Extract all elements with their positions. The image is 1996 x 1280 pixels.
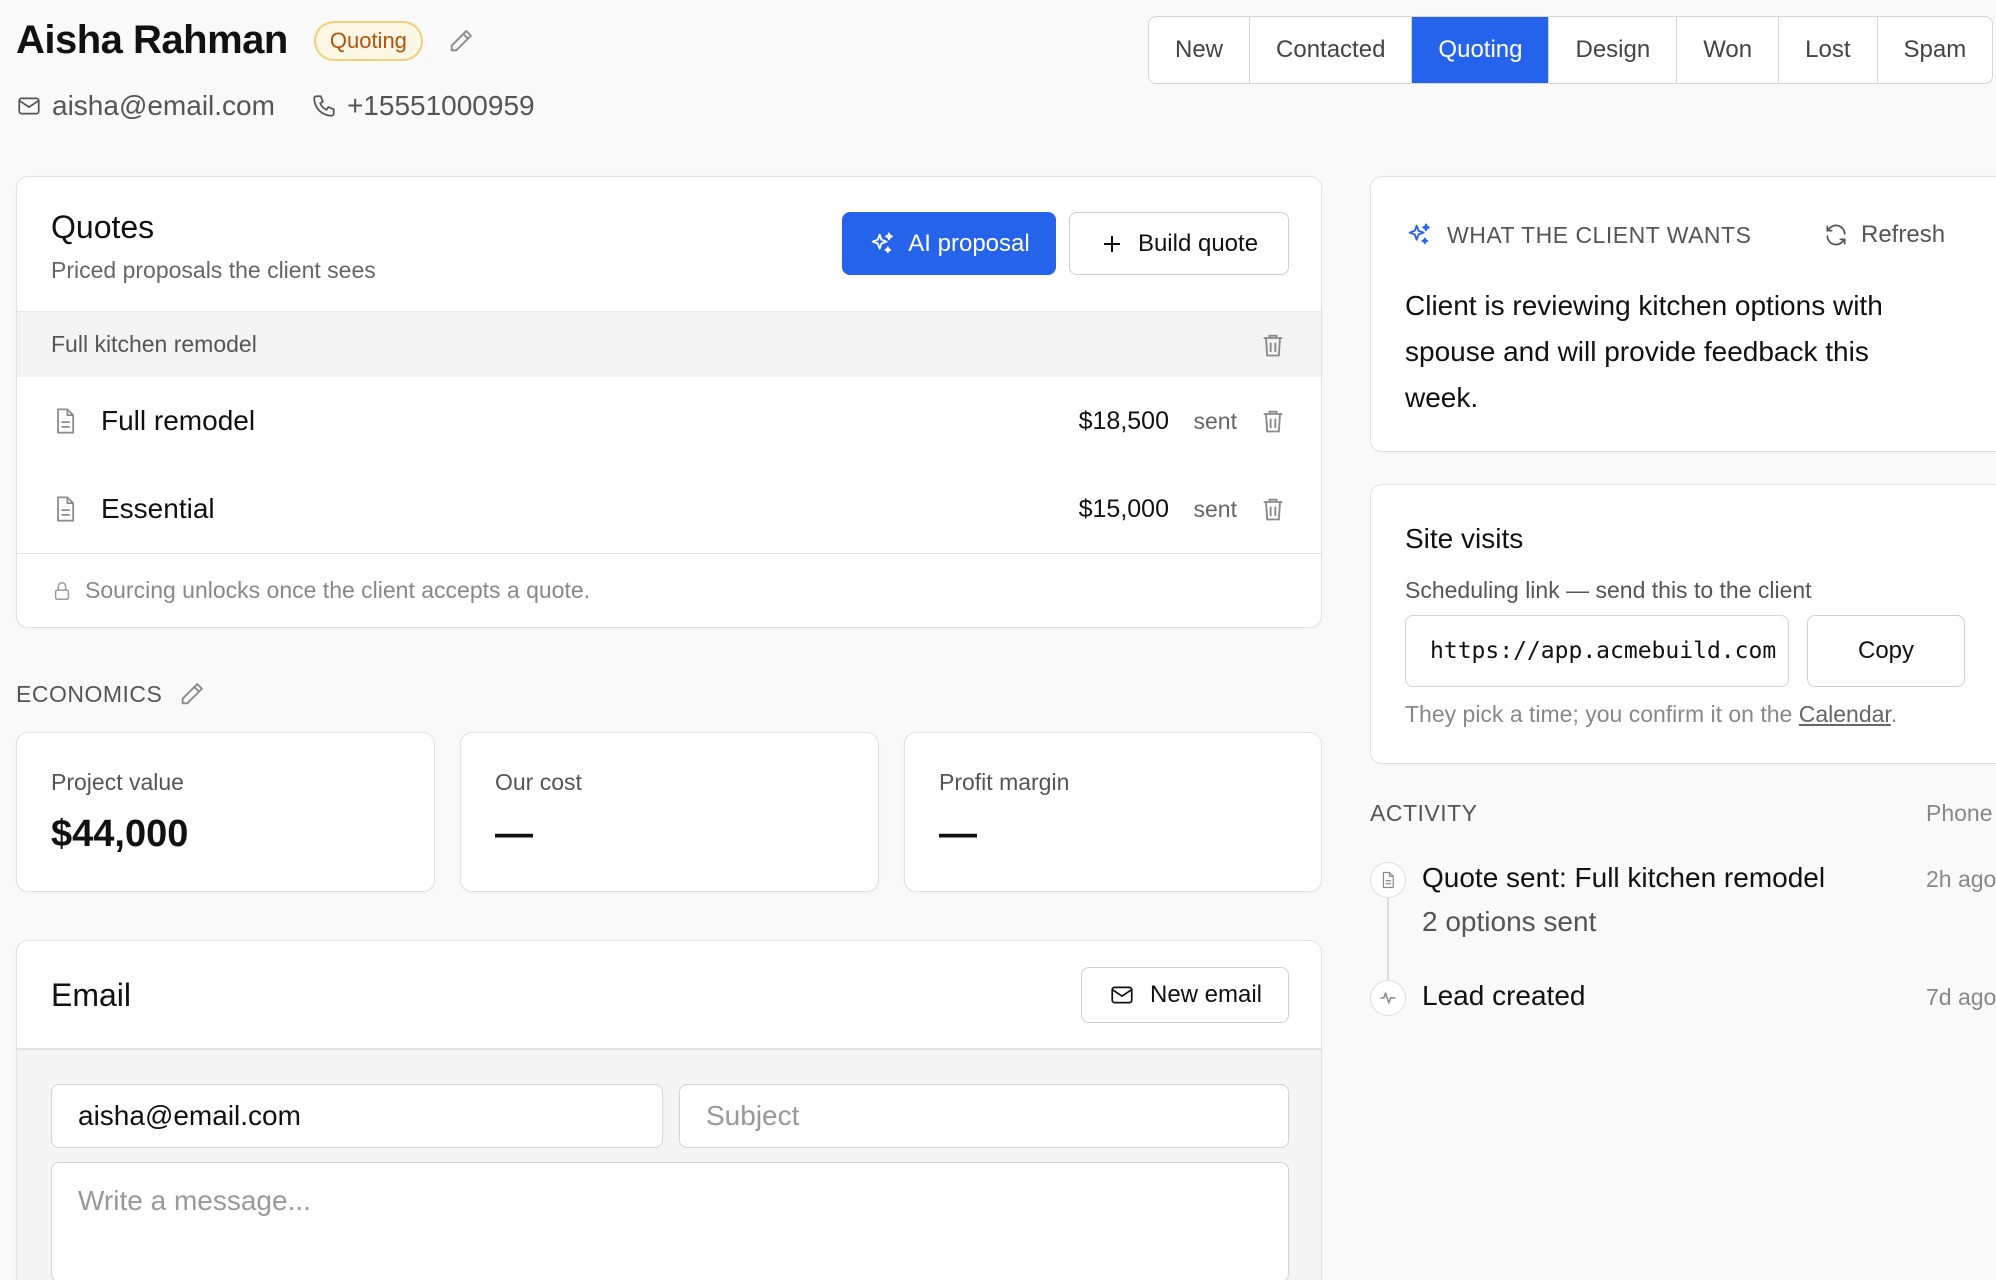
economics-label: ECONOMICS [16, 680, 163, 707]
delete-group-trash-icon[interactable] [1259, 331, 1287, 359]
lead-header: Aisha Rahman Quoting [16, 18, 475, 63]
new-email-button[interactable]: New email [1081, 967, 1289, 1023]
activity-title: Quote sent: Full kitchen remodel [1422, 862, 1826, 893]
email-compose: aisha@email.com Subject Write a message.… [17, 1048, 1321, 1280]
sourcing-notice-text: Sourcing unlocks once the client accepts… [85, 577, 591, 603]
quote-row[interactable]: Essential $15,000 sent [17, 465, 1321, 553]
sparkles-icon [872, 232, 894, 253]
quotes-title: Quotes [51, 209, 155, 245]
site-visits-subtitle: Scheduling link — send this to the clien… [1405, 577, 1812, 603]
stage-tab-contacted[interactable]: Contacted [1249, 17, 1411, 83]
sparkles-icon [1408, 223, 1430, 245]
new-email-label: New email [1149, 981, 1263, 1008]
contact-phone-text: +15551000959 [346, 90, 535, 121]
metric-value: — [939, 813, 977, 855]
client-wants-text: Client is reviewing kitchen options with… [1405, 290, 1883, 413]
hint-text: They pick a time; you confirm it on the [1405, 701, 1799, 727]
pulse-icon [1370, 980, 1406, 1016]
ai-proposal-button[interactable]: AI proposal [842, 212, 1056, 275]
activity-time: 2h ago [1926, 866, 1996, 892]
sourcing-notice: Sourcing unlocks once the client accepts… [17, 553, 1321, 627]
metric-project-value: Project value $44,000 [16, 732, 435, 892]
metric-profit-margin: Profit margin — [904, 732, 1322, 892]
contact-email[interactable]: aisha@email.com [16, 90, 275, 122]
quotes-subtitle: Priced proposals the client sees [51, 257, 376, 283]
quotes-card: Quotes Priced proposals the client sees … [16, 176, 1322, 628]
stage-badge: Quoting [313, 20, 423, 61]
lead-name: Aisha Rahman [16, 18, 288, 62]
timeline-line [1387, 898, 1389, 984]
email-card: Email New email aisha@email.com Subject … [16, 940, 1322, 1280]
site-visits-title: Site visits [1405, 523, 1524, 554]
stage-tab-spam[interactable]: Spam [1876, 17, 1993, 83]
contact-email-text: aisha@email.com [52, 90, 275, 121]
activity-label: ACTIVITY [1370, 800, 1478, 826]
email-to-field[interactable]: aisha@email.com [51, 1084, 663, 1148]
scheduling-link-field[interactable]: https://app.acmebuild.com [1405, 615, 1789, 687]
client-wants-card: WHAT THE CLIENT WANTS Refresh Client is … [1370, 176, 1996, 452]
refresh-label: Refresh [1861, 221, 1946, 248]
document-icon [57, 496, 75, 522]
document-icon [1370, 862, 1406, 898]
quote-group-row: Full kitchen remodel [17, 311, 1321, 377]
mail-icon [1111, 986, 1133, 1004]
calendar-link[interactable]: Calendar [1799, 701, 1891, 727]
quote-row[interactable]: Full remodel $18,500 sent [17, 377, 1321, 465]
activity-detail: 2 options sent [1422, 906, 1597, 937]
activity-filter-phone[interactable]: Phone [1926, 800, 1993, 827]
email-message-field[interactable]: Write a message... [51, 1162, 1289, 1280]
hint-suffix: . [1890, 701, 1898, 727]
build-quote-label: Build quote [1137, 229, 1259, 257]
metric-value: $44,000 [51, 813, 189, 855]
quote-amount: $15,000 [1078, 494, 1169, 523]
copy-link-button[interactable]: Copy [1807, 615, 1965, 687]
metric-value: — [495, 813, 533, 855]
ai-proposal-label: AI proposal [908, 229, 1030, 257]
economics-header: ECONOMICS [16, 680, 206, 708]
contact-info: aisha@email.com +15551000959 [16, 90, 571, 122]
email-title: Email [51, 977, 132, 1013]
build-quote-button[interactable]: Build quote [1069, 212, 1289, 275]
contact-phone[interactable]: +15551000959 [311, 90, 535, 122]
phone-icon [313, 95, 335, 117]
quote-amount: $18,500 [1078, 406, 1169, 435]
stage-tab-won[interactable]: Won [1676, 17, 1778, 83]
quote-status: sent [1193, 407, 1237, 434]
metric-our-cost: Our cost — [460, 732, 879, 892]
activity-title: Lead created [1422, 980, 1586, 1011]
stage-tab-lost[interactable]: Lost [1778, 17, 1876, 83]
client-wants-heading: WHAT THE CLIENT WANTS [1447, 221, 1752, 248]
stage-tab-design[interactable]: Design [1548, 17, 1676, 83]
client-wants-header: WHAT THE CLIENT WANTS [1405, 221, 1751, 249]
email-subject-field[interactable]: Subject [679, 1084, 1289, 1148]
lock-icon [54, 581, 70, 600]
activity-time: 7d ago [1926, 984, 1996, 1010]
metric-label: Project value [51, 769, 184, 795]
delete-quote-trash-icon[interactable] [1259, 407, 1287, 435]
stage-tabs: New Contacted Quoting Design Won Lost Sp… [1148, 16, 1994, 84]
refresh-button[interactable]: Refresh [1823, 221, 1945, 249]
metric-label: Profit margin [939, 769, 1070, 795]
quote-name: Essential [101, 493, 215, 524]
metric-label: Our cost [495, 769, 582, 795]
quote-status: sent [1193, 495, 1237, 522]
delete-quote-trash-icon[interactable] [1259, 495, 1287, 523]
site-visits-hint: They pick a time; you confirm it on the … [1405, 701, 1897, 728]
quote-name: Full remodel [101, 405, 256, 436]
edit-economics-pencil-icon[interactable] [178, 680, 206, 708]
stage-tab-new[interactable]: New [1149, 17, 1249, 83]
site-visits-card: Site visits Scheduling link — send this … [1370, 484, 1996, 764]
mail-icon [18, 97, 40, 115]
edit-lead-pencil-icon[interactable] [447, 27, 475, 55]
refresh-icon [1826, 224, 1846, 246]
document-icon [57, 408, 75, 434]
plus-icon [1103, 235, 1120, 252]
stage-tab-quoting[interactable]: Quoting [1411, 17, 1549, 83]
quote-group-title: Full kitchen remodel [51, 331, 257, 357]
